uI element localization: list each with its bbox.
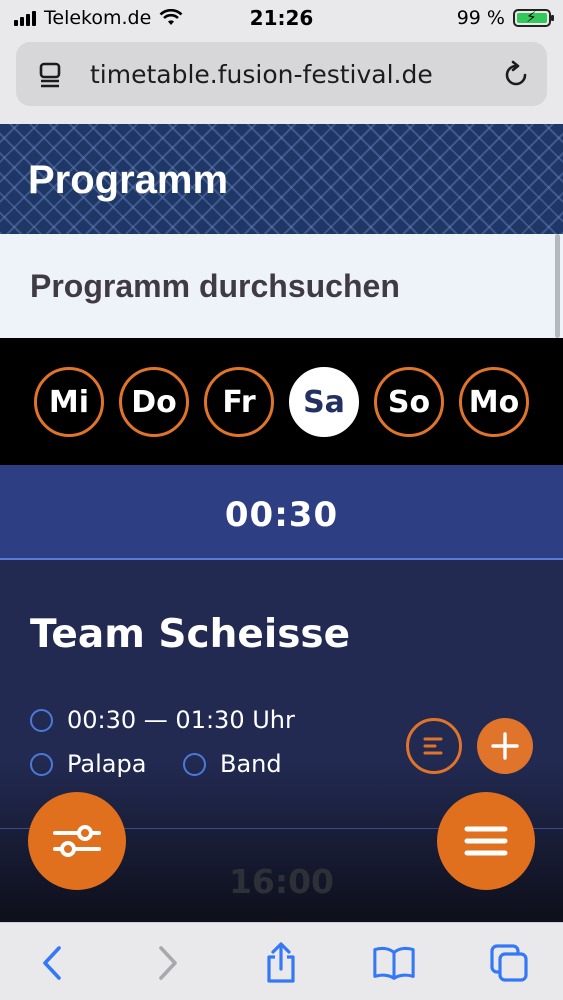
day-button-mi[interactable]: Mi — [34, 367, 104, 437]
menu-button[interactable] — [437, 792, 535, 890]
event-title[interactable]: Team Scheisse — [30, 612, 350, 657]
browser-toolbar — [0, 922, 563, 1000]
forward-icon — [159, 946, 177, 980]
scrollbar[interactable] — [555, 234, 560, 338]
url-text[interactable]: timetable.fusion-festival.de — [90, 60, 491, 89]
status-right: 99 % ⚡ — [456, 7, 554, 29]
page-title: Programm — [28, 158, 229, 202]
filter-button[interactable] — [28, 792, 126, 890]
browser-chrome: timetable.fusion-festival.de — [0, 36, 563, 124]
battery-percent: 99 % — [456, 7, 505, 29]
timeslot-time: 00:30 — [224, 495, 339, 535]
time-dot-icon — [30, 708, 53, 732]
forward-button[interactable] — [146, 941, 190, 985]
tabs-button[interactable] — [487, 941, 531, 985]
day-button-mo[interactable]: Mo — [459, 367, 529, 437]
reader-icon[interactable] — [38, 62, 64, 88]
plus-icon — [491, 732, 519, 760]
event-category-row: Band — [183, 750, 282, 778]
day-selector: Mi Do Fr Sa So Mo — [0, 338, 563, 465]
reload-icon[interactable] — [501, 60, 531, 90]
category-dot-icon — [183, 752, 206, 776]
list-icon — [423, 737, 443, 755]
status-bar: Telekom.de 21:26 99 % ⚡ — [0, 0, 563, 36]
event-time-range: 00:30 — 01:30 Uhr — [67, 706, 295, 734]
event-venue-row: Palapa — [30, 750, 146, 778]
search-section[interactable]: Programm durchsuchen — [0, 234, 563, 338]
event-time-row: 00:30 — 01:30 Uhr — [30, 706, 295, 734]
bookmarks-button[interactable] — [372, 941, 416, 985]
details-button[interactable] — [406, 718, 462, 774]
back-button[interactable] — [30, 941, 74, 985]
share-icon — [267, 942, 295, 983]
venue-dot-icon — [30, 752, 53, 776]
share-button[interactable] — [259, 941, 303, 985]
address-bar[interactable]: timetable.fusion-festival.de — [16, 42, 547, 106]
bookmarks-icon — [373, 946, 415, 980]
event-venue: Palapa — [67, 750, 147, 778]
add-to-favorites-button[interactable] — [477, 718, 533, 774]
day-button-fr[interactable]: Fr — [204, 367, 274, 437]
search-label[interactable]: Programm durchsuchen — [30, 268, 400, 305]
menu-icon — [464, 826, 508, 856]
page-header: Programm — [0, 124, 563, 234]
battery-icon: ⚡ — [513, 8, 554, 27]
day-button-so[interactable]: So — [374, 367, 444, 437]
back-icon — [43, 946, 61, 980]
event-category: Band — [220, 750, 282, 778]
day-button-do[interactable]: Do — [119, 367, 189, 437]
tabs-icon — [490, 944, 528, 982]
timeslot-header: 00:30 — [0, 465, 563, 560]
day-button-sa[interactable]: Sa — [289, 367, 359, 437]
filter-icon — [53, 825, 101, 857]
